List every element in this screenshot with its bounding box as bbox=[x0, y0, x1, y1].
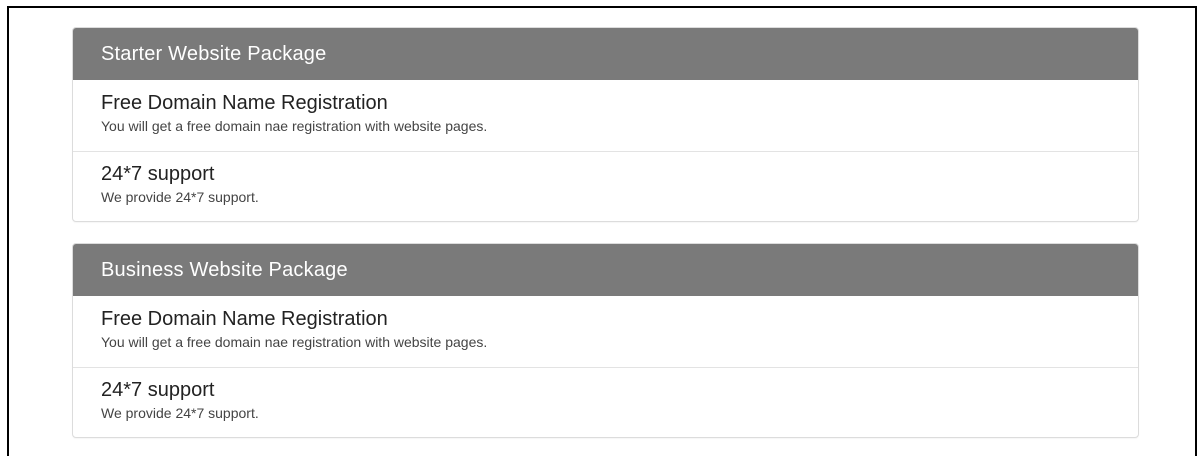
list-item: Free Domain Name Registration You will g… bbox=[73, 296, 1138, 367]
feature-description: You will get a free domain nae registrat… bbox=[101, 334, 488, 350]
feature-description: We provide 24*7 support. bbox=[101, 405, 259, 421]
feature-description: We provide 24*7 support. bbox=[101, 189, 259, 205]
feature-heading: Free Domain Name Registration bbox=[101, 92, 388, 114]
list-item: 24*7 support We provide 24*7 support. bbox=[73, 151, 1138, 221]
feature-heading: 24*7 support bbox=[101, 163, 215, 185]
package-title: Business Website Package bbox=[73, 244, 1138, 296]
feature-heading: Free Domain Name Registration bbox=[101, 308, 388, 330]
feature-heading: 24*7 support bbox=[101, 379, 215, 401]
list-item: Free Domain Name Registration You will g… bbox=[73, 80, 1138, 151]
list-item: 24*7 support We provide 24*7 support. bbox=[73, 367, 1138, 437]
package-panel-starter: Starter Website Package Free Domain Name… bbox=[72, 27, 1139, 222]
package-title: Starter Website Package bbox=[73, 28, 1138, 80]
package-panel-business: Business Website Package Free Domain Nam… bbox=[72, 243, 1139, 438]
feature-description: You will get a free domain nae registrat… bbox=[101, 118, 488, 134]
